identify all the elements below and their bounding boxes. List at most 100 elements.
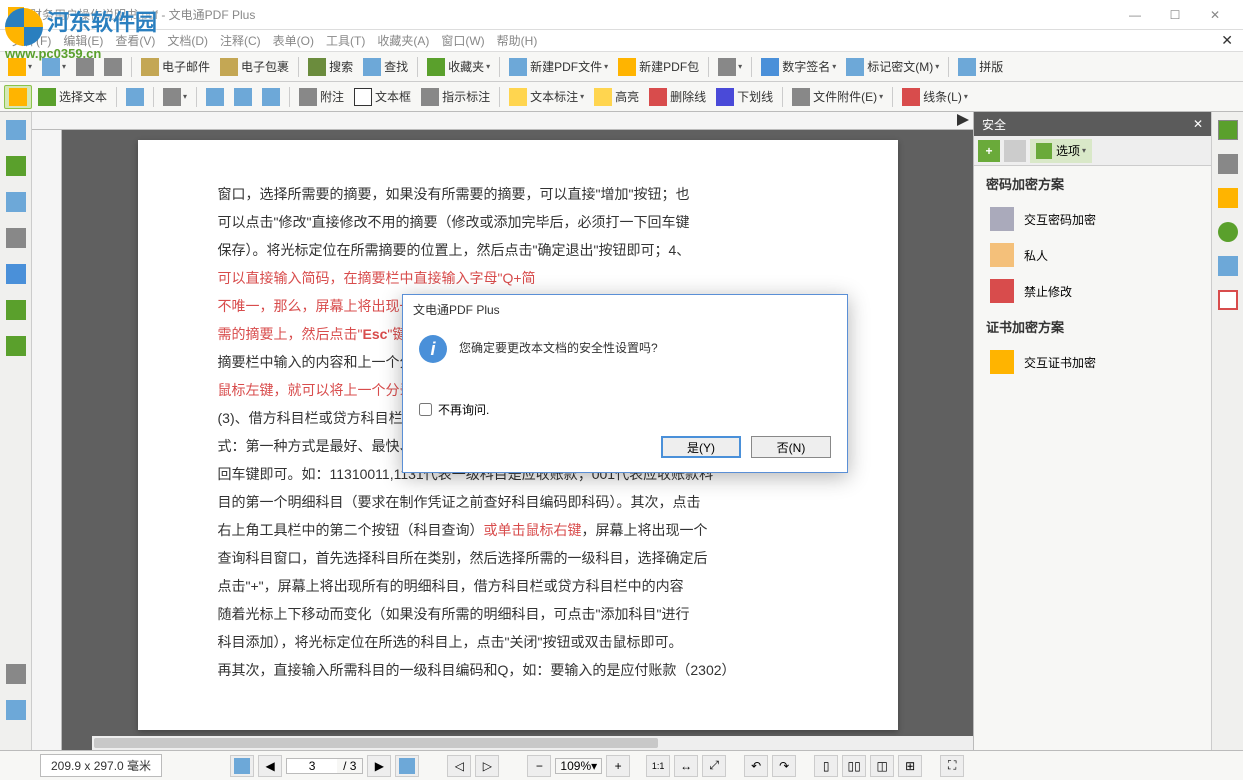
toolbar-button[interactable]: ▾ — [714, 55, 746, 79]
app-icon — [8, 7, 24, 23]
security-scheme-item[interactable]: 交互密码加密 — [974, 201, 1211, 237]
next-page-button[interactable]: ▶ — [367, 755, 391, 777]
toolbar-button[interactable] — [258, 85, 284, 109]
facing-button[interactable]: ◫ — [870, 755, 894, 777]
horizontal-scrollbar[interactable] — [92, 736, 973, 750]
fit-page-button[interactable]: ⤢ — [702, 755, 726, 777]
add-scheme-button[interactable]: + — [978, 140, 1000, 162]
attachments-panel-icon[interactable] — [6, 300, 26, 320]
menu-item[interactable]: 文件(F) — [6, 34, 57, 48]
minimize-button[interactable]: — — [1115, 1, 1155, 29]
menu-item[interactable]: 工具(T) — [320, 34, 371, 48]
tab-close-icon[interactable]: ✕ — [1221, 32, 1233, 49]
history-panel-icon[interactable] — [6, 664, 26, 684]
menu-item[interactable]: 文档(D) — [161, 34, 214, 48]
security-tab-icon[interactable] — [1218, 120, 1238, 140]
pages-panel-icon[interactable] — [6, 120, 26, 140]
document-text-line: 目的第一个明细科目（要求在制作凭证之前查好科目编码即科码）。其次，点击 — [218, 488, 818, 516]
security-scheme-item[interactable]: 私人 — [974, 237, 1211, 273]
next-view-button[interactable]: ▷ — [475, 755, 499, 777]
toolbar-button[interactable]: ▾ — [159, 85, 191, 109]
last-page-button[interactable] — [395, 755, 419, 777]
options-button[interactable]: 选项▾ — [1030, 139, 1092, 163]
toolbar-button[interactable]: ▾ — [38, 55, 70, 79]
first-page-button[interactable] — [230, 755, 254, 777]
menu-item[interactable]: 帮助(H) — [491, 34, 544, 48]
toolbar-button[interactable]: 下划线 — [712, 85, 777, 109]
menu-item[interactable]: 窗口(W) — [435, 34, 490, 48]
toolbar-button[interactable]: 搜索 — [304, 55, 357, 79]
page-input[interactable]: / 3 — [286, 758, 363, 774]
zoom-level[interactable]: 109% ▾ — [555, 758, 602, 774]
toolbar-button[interactable] — [100, 55, 126, 79]
toolbar-button[interactable] — [202, 85, 228, 109]
tags-panel-icon[interactable] — [6, 336, 26, 356]
bookmark-tab-icon[interactable] — [1218, 188, 1238, 208]
fullscreen-button[interactable]: ⛶ — [940, 755, 964, 777]
bookmarks-panel-icon[interactable] — [6, 156, 26, 176]
signatures-panel-icon[interactable] — [6, 192, 26, 212]
zoom-in-button[interactable]: + — [606, 755, 630, 777]
no-button[interactable]: 否(N) — [751, 436, 831, 458]
continuous-button[interactable]: ▯▯ — [842, 755, 866, 777]
menu-item[interactable]: 表单(O) — [267, 34, 320, 48]
toolbar-button[interactable]: 标记密文(M)▾ — [842, 55, 943, 79]
toolbar-button[interactable]: 线条(L)▾ — [898, 85, 972, 109]
fit-width-button[interactable]: ↔ — [674, 755, 698, 777]
document-text-line: 查询科目窗口，首先选择科目所在类别，然后选择所需的一级科目，选择确定后 — [218, 544, 818, 572]
scheme-icon — [990, 350, 1014, 374]
prev-view-button[interactable]: ◁ — [447, 755, 471, 777]
dont-ask-checkbox[interactable] — [419, 403, 432, 416]
toolbar-button[interactable]: ▾ — [4, 55, 36, 79]
i-hand-icon — [9, 88, 27, 106]
toolbar-button[interactable]: 拼版 — [954, 55, 1007, 79]
toolbar-button[interactable]: 电子包裹 — [216, 55, 293, 79]
toolbar-button[interactable]: 电子邮件 — [137, 55, 214, 79]
toolbar-button[interactable]: 文本标注▾ — [505, 85, 588, 109]
toolbar-button[interactable]: 选择文本 — [34, 85, 111, 109]
security-scheme-item[interactable]: 禁止修改 — [974, 273, 1211, 309]
delete-scheme-button[interactable] — [1004, 140, 1026, 162]
toolbar-button[interactable]: 删除线 — [645, 85, 710, 109]
menu-item[interactable]: 查看(V) — [109, 34, 161, 48]
panel-toggle-icon[interactable] — [957, 114, 969, 126]
yes-button[interactable]: 是(Y) — [661, 436, 741, 458]
continuous-facing-button[interactable]: ⊞ — [898, 755, 922, 777]
redact-tab-icon[interactable] — [1218, 290, 1238, 310]
close-button[interactable]: ✕ — [1195, 1, 1235, 29]
toolbar-button[interactable] — [230, 85, 256, 109]
menu-item[interactable]: 编辑(E) — [57, 34, 109, 48]
panel-close-icon[interactable]: ✕ — [1193, 117, 1203, 131]
menu-item[interactable]: 注释(C) — [214, 34, 267, 48]
menu-item[interactable]: 收藏夹(A) — [371, 34, 435, 48]
document-text-line: 窗口，选择所需要的摘要，如果没有所需要的摘要，可以直接"增加"按钮；也 — [218, 180, 818, 208]
security-scheme-item[interactable]: 交互证书加密 — [974, 344, 1211, 380]
toolbar-button[interactable]: 高亮 — [590, 85, 643, 109]
toolbar-button[interactable] — [122, 85, 148, 109]
rotate-ccw-button[interactable]: ↶ — [744, 755, 768, 777]
toolbar-button[interactable]: 查找 — [359, 55, 412, 79]
toolbar-button[interactable] — [72, 55, 98, 79]
maximize-button[interactable]: ☐ — [1155, 1, 1195, 29]
toolbar-button[interactable]: 文本框 — [350, 85, 415, 109]
toolbar-button[interactable]: 数字签名▾ — [757, 55, 840, 79]
toolbar-button[interactable]: 新建PDF包 — [614, 55, 703, 79]
toolbar-button[interactable] — [4, 85, 32, 109]
toolbar-button[interactable]: 指示标注 — [417, 85, 494, 109]
comments-panel-icon[interactable] — [6, 700, 26, 720]
lock-tab-icon[interactable] — [1218, 154, 1238, 174]
destinations-tab-icon[interactable] — [1218, 222, 1238, 242]
toolbar-button[interactable]: 新建PDF文件▾ — [505, 55, 612, 79]
actual-size-button[interactable]: 1:1 — [646, 755, 670, 777]
toolbar-button[interactable]: 文件附件(E)▾ — [788, 85, 887, 109]
zoom-out-button[interactable]: − — [527, 755, 551, 777]
layers-panel-icon[interactable] — [6, 228, 26, 248]
current-page-field[interactable] — [287, 759, 337, 773]
toolbar-button[interactable]: 收藏夹▾ — [423, 55, 494, 79]
content-panel-icon[interactable] — [6, 264, 26, 284]
toolbar-button[interactable]: 附注 — [295, 85, 348, 109]
prev-page-button[interactable]: ◀ — [258, 755, 282, 777]
edit-tab-icon[interactable] — [1218, 256, 1238, 276]
single-page-button[interactable]: ▯ — [814, 755, 838, 777]
rotate-cw-button[interactable]: ↷ — [772, 755, 796, 777]
